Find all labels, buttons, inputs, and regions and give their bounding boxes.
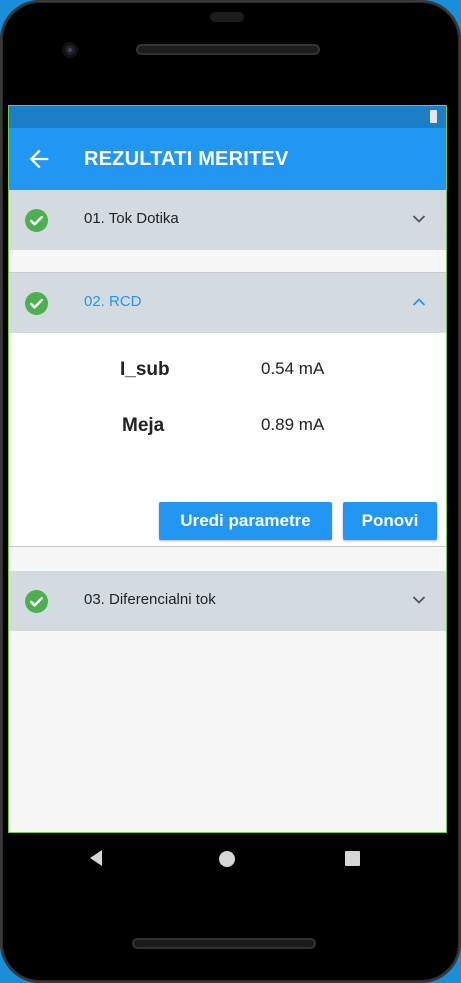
nav-home-icon[interactable] xyxy=(219,851,235,867)
android-nav-bar xyxy=(8,833,447,885)
param-value-isub: 0.54 mA xyxy=(261,359,325,378)
check-circle-icon xyxy=(25,292,48,315)
section-label: 01. Tok Dotika xyxy=(84,210,179,227)
section-rcd: 02. RCD xyxy=(9,273,446,333)
param-name-isub: I_sub xyxy=(120,359,170,380)
rcd-details-panel: I_sub 0.54 mA Meja 0.89 mA Uredi paramet… xyxy=(9,333,446,547)
top-notch xyxy=(210,12,244,22)
check-circle-icon xyxy=(25,209,48,232)
check-circle-icon xyxy=(25,590,48,613)
app-bar: REZULTATI MERITEV xyxy=(9,128,446,190)
section-tok-dotika: 01. Tok Dotika xyxy=(9,190,446,250)
nav-recents-icon[interactable] xyxy=(345,851,360,866)
phone-device: REZULTATI MERITEV 01. Tok Dotika 02. RCD… xyxy=(0,0,461,983)
chevron-down-icon[interactable] xyxy=(412,595,426,605)
edit-parameters-button[interactable]: Uredi parametre xyxy=(159,502,332,540)
repeat-button[interactable]: Ponovi xyxy=(343,502,437,540)
param-name-meja: Meja xyxy=(122,415,165,436)
chevron-up-icon[interactable] xyxy=(412,297,426,307)
battery-icon xyxy=(430,110,437,123)
section-header-rcd[interactable]: 02. RCD xyxy=(9,273,446,333)
status-bar xyxy=(9,106,446,128)
front-camera xyxy=(62,42,78,58)
bottom-speaker xyxy=(132,938,316,949)
section-label: 03. Diferencialni tok xyxy=(84,591,216,608)
chevron-down-icon[interactable] xyxy=(412,214,426,224)
page-title: REZULTATI MERITEV xyxy=(84,148,289,170)
nav-back-icon[interactable] xyxy=(90,850,102,866)
section-divider xyxy=(9,546,446,547)
section-header-diferencialni-tok[interactable]: 03. Diferencialni tok xyxy=(9,571,446,631)
back-arrow-icon[interactable] xyxy=(25,145,53,173)
section-diferencialni-tok: 03. Diferencialni tok xyxy=(9,571,446,631)
section-label: 02. RCD xyxy=(84,293,142,310)
earpiece-speaker xyxy=(136,44,320,55)
app-screen: REZULTATI MERITEV 01. Tok Dotika 02. RCD… xyxy=(8,105,447,833)
param-value-meja: 0.89 mA xyxy=(261,415,325,434)
section-header-tok-dotika[interactable]: 01. Tok Dotika xyxy=(9,190,446,250)
